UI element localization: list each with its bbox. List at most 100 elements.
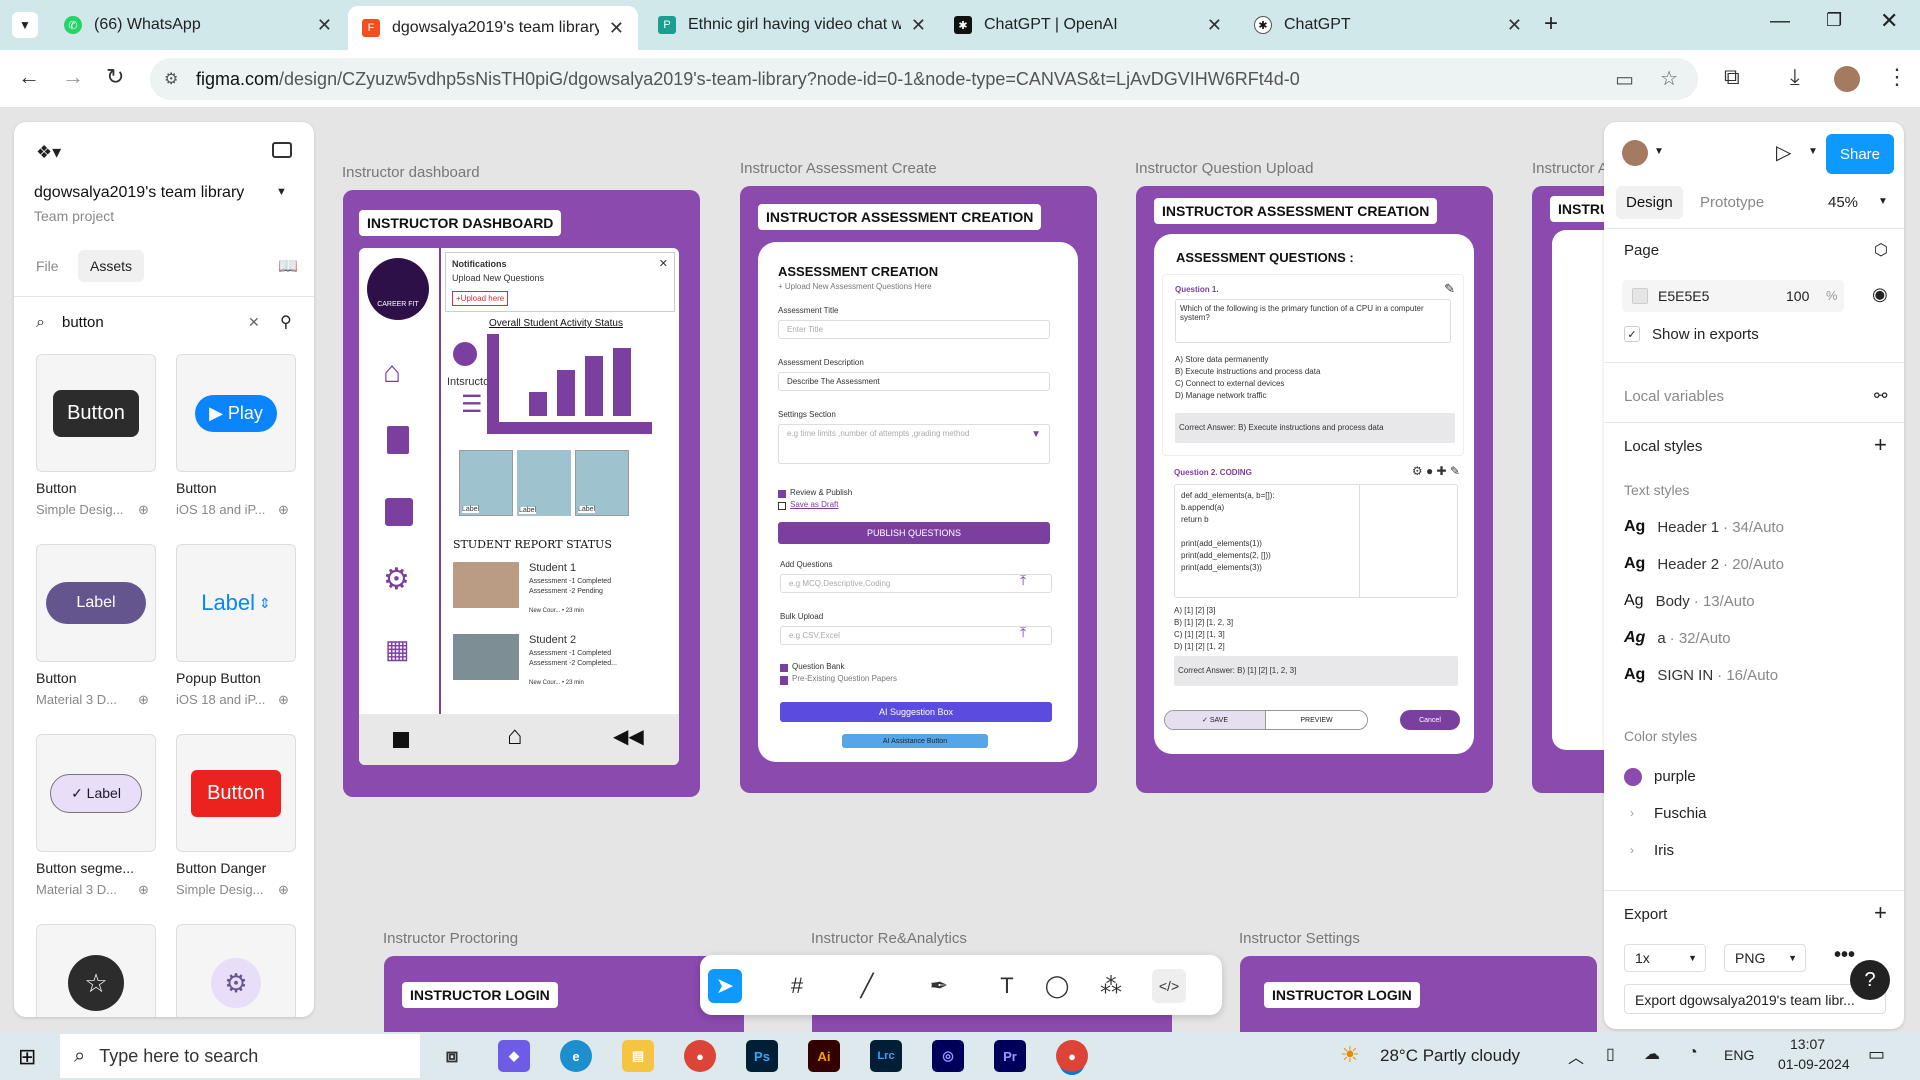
weather-icon[interactable]: ☀ [1340, 1042, 1360, 1068]
color-swatch[interactable] [1632, 288, 1648, 304]
page-color-field[interactable]: E5E5E5 100 % [1622, 280, 1844, 312]
frame-label[interactable]: Instructor Re&Analytics [811, 930, 967, 947]
windows-start-icon[interactable]: ⊞ [18, 1044, 36, 1070]
asset-card[interactable]: ☆ [36, 924, 156, 1017]
close-icon[interactable]: ✕ [659, 257, 668, 270]
tab-design[interactable]: Design [1616, 186, 1683, 219]
frame-label[interactable]: Instructor Settings [1239, 930, 1360, 947]
frame-label[interactable]: Instructor A [1532, 160, 1608, 177]
extensions-icon[interactable]: ⧉ [1724, 64, 1740, 90]
text-style-item[interactable]: Ag Body · 13/Auto [1624, 592, 1755, 610]
tab-chatgpt[interactable]: ✱ ChatGPT ✕ [1240, 8, 1536, 42]
text-style-item[interactable]: Ag SIGN IN · 16/Auto [1624, 666, 1778, 684]
tab-figma[interactable]: F dgowsalya2019's team library – ✕ [348, 6, 638, 50]
restore-button[interactable]: ❐ [1826, 10, 1842, 31]
upload-here-button[interactable]: +Upload here [452, 291, 509, 306]
back-icon[interactable]: ← [18, 64, 40, 90]
notifications-icon[interactable]: ▭ [1868, 1044, 1885, 1065]
review-checkbox[interactable] [778, 490, 786, 498]
settings-dropdown[interactable]: e.g time limits ,number of attempts ,gra… [778, 424, 1050, 464]
menu-list-icon[interactable]: ☰ [461, 390, 483, 419]
asset-search-input[interactable]: button [62, 314, 104, 331]
add-style-icon[interactable]: + [1874, 432, 1887, 458]
language-indicator[interactable]: ENG [1724, 1047, 1754, 1063]
frame-instructor-dashboard[interactable]: INSTRUCTOR DASHBOARD CAREER FIT ⌂ ⚙ ▦ No… [343, 190, 700, 797]
close-window-button[interactable]: ✕ [1880, 8, 1898, 34]
save-button[interactable]: ✓ SAVE [1165, 711, 1265, 729]
question-text-box[interactable]: Which of the following is the primary fu… [1175, 299, 1451, 343]
line-tool-icon[interactable]: ╱ [850, 969, 884, 1003]
asset-card[interactable]: Label ⇕ [176, 544, 296, 662]
preview-button[interactable]: PREVIEW [1265, 711, 1367, 729]
clear-search-icon[interactable]: ✕ [248, 314, 260, 331]
present-play-icon[interactable]: ▷ [1776, 140, 1791, 165]
frame-settings[interactable]: INSTRUCTOR LOGIN [1240, 956, 1597, 1032]
battery-icon[interactable]: ▯ [1606, 1044, 1615, 1064]
library-book-icon[interactable]: 📖 [278, 256, 298, 276]
edit-icon[interactable]: ✎ [1444, 281, 1455, 297]
close-tab-icon[interactable]: ✕ [1507, 15, 1522, 36]
draft-checkbox[interactable] [778, 502, 786, 510]
asset-card[interactable]: ▶ Play [176, 354, 296, 472]
option[interactable]: D) [1] [2] [1, 2] [1174, 642, 1225, 651]
option[interactable]: B) [1] [2] [1, 2, 3] [1174, 618, 1233, 627]
frame-tool-icon[interactable]: # [780, 969, 814, 1003]
publish-questions-button[interactable]: PUBLISH QUESTIONS [778, 522, 1050, 544]
option[interactable]: C) [1] [2] [1, 3] [1174, 630, 1225, 639]
text-style-item[interactable]: Ag a · 32/Auto [1624, 629, 1731, 647]
code-box[interactable]: def add_elements(a, b=[]): b.append(a) r… [1174, 484, 1458, 598]
edge-icon[interactable]: e [560, 1040, 592, 1072]
clock-date[interactable]: 01-09-2024 [1778, 1056, 1850, 1072]
clipboard-icon[interactable]: ▭ [1615, 67, 1634, 92]
close-tab-icon[interactable]: ✕ [609, 18, 624, 39]
filter-icon[interactable]: ⚲ [280, 312, 292, 332]
frame-instructor-a[interactable]: INSTRU [1532, 186, 1612, 793]
clock-time[interactable]: 13:07 [1790, 1036, 1825, 1052]
close-tab-icon[interactable]: ✕ [911, 15, 926, 36]
code-tools-icons[interactable]: ⚙ ● ✚ ✎ [1412, 464, 1460, 478]
chrome-icon[interactable]: ● [684, 1040, 716, 1072]
figma-menu-icon[interactable]: ❖▾ [36, 142, 61, 163]
export-scale-select[interactable]: 1x ▼ [1624, 944, 1706, 972]
export-format-select[interactable]: PNG ▼ [1724, 944, 1806, 972]
dev-mode-icon[interactable]: </> [1152, 969, 1186, 1003]
page-settings-icon[interactable]: ⬡ [1874, 240, 1888, 260]
weather-text[interactable]: 28°C Partly cloudy [1380, 1046, 1520, 1066]
share-button[interactable]: Share [1826, 134, 1894, 174]
more-options-icon[interactable]: ••• [1834, 944, 1855, 967]
copilot-icon[interactable]: ◆ [498, 1040, 530, 1072]
reload-icon[interactable]: ↻ [106, 64, 124, 90]
option[interactable]: D) Manage network traffic [1175, 391, 1266, 400]
download-icon[interactable]: ⤓ [1790, 64, 1800, 90]
asset-card[interactable]: ⚙ [176, 924, 296, 1017]
upload-icon[interactable]: ⤒ [1020, 572, 1026, 589]
audition-icon[interactable]: ◎ [932, 1040, 964, 1072]
chevron-down-icon[interactable]: ▼ [1654, 146, 1664, 157]
comment-tool-icon[interactable]: ◯ [1040, 969, 1074, 1003]
team-name[interactable]: dgowsalya2019's team library [34, 184, 244, 202]
text-tool-icon[interactable]: T [990, 969, 1024, 1003]
close-tab-icon[interactable]: ✕ [317, 15, 332, 36]
tab-file[interactable]: File [36, 258, 59, 274]
new-tab-button[interactable]: + [1544, 10, 1558, 38]
frame-proctoring[interactable]: INSTRUCTOR LOGIN [384, 956, 744, 1032]
pen-tool-icon[interactable]: ✒ [922, 969, 956, 1003]
asset-card[interactable]: Label [36, 544, 156, 662]
premiere-icon[interactable]: Pr [994, 1040, 1026, 1072]
notification-popup[interactable]: Notifications Upload New Questions +Uplo… [445, 252, 675, 312]
bookmark-star-icon[interactable]: ☆ [1660, 66, 1678, 91]
browser-menu-icon[interactable]: ⋮ [1886, 64, 1908, 90]
eye-icon[interactable]: ◉ [1872, 284, 1888, 305]
tab-freepik[interactable]: P Ethnic girl having video chat wi ✕ [644, 8, 940, 42]
site-settings-icon[interactable]: ⚙ [164, 69, 178, 89]
wifi-icon[interactable]: ◔ [1688, 1044, 1698, 1062]
color-style-group[interactable]: Fuschia [1654, 805, 1707, 822]
home-icon[interactable]: ⌂ [383, 356, 401, 390]
book-icon[interactable] [385, 498, 413, 526]
tab-whatsapp[interactable]: ✆ (66) WhatsApp ✕ [50, 8, 346, 42]
option[interactable]: C) Connect to external devices [1175, 379, 1284, 388]
chevron-down-icon[interactable]: ▼ [1031, 429, 1041, 440]
ai-assistance-button[interactable]: AI Assistance Button [842, 734, 988, 748]
text-style-item[interactable]: Ag Header 2 · 20/Auto [1624, 555, 1784, 573]
document-icon[interactable] [387, 426, 409, 454]
